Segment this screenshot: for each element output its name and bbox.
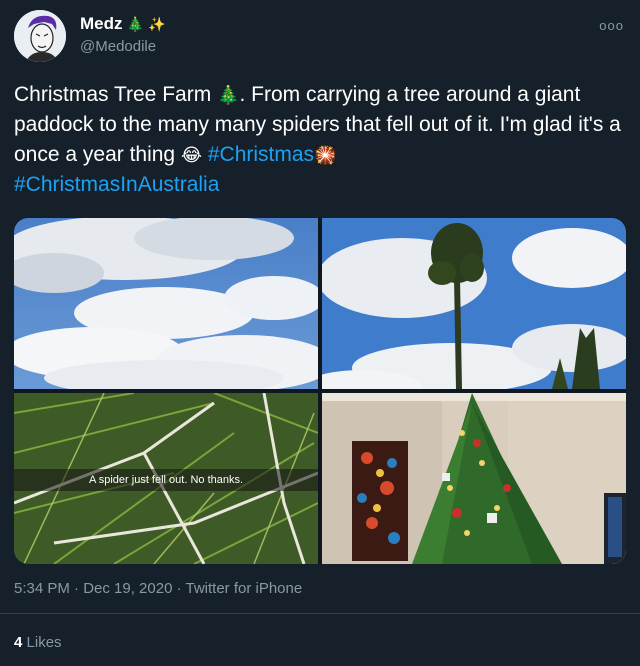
likes-summary[interactable]: 4 Likes (14, 634, 62, 651)
display-name[interactable]: Medz (80, 14, 123, 34)
laugh-emoji: 😂 (180, 145, 202, 165)
media-grid: A spider just fell out. No thanks. (14, 218, 626, 564)
video-caption: A spider just fell out. No thanks. (14, 469, 318, 491)
hashtag-christmas[interactable]: #Christmas (208, 143, 314, 166)
sparkle-emoji: ✨ (147, 15, 166, 32)
tweet-text: Christmas Tree Farm 🎄. From carrying a t… (14, 80, 626, 200)
tree-emoji-inline: 🎄 (217, 85, 240, 105)
photo-spider-web-needles[interactable]: A spider just fell out. No thanks. (14, 393, 318, 564)
hashtag-christmas-in-australia[interactable]: #ChristmasInAustralia (14, 173, 219, 196)
likes-count: 4 (14, 634, 23, 651)
likes-label: Likes (26, 634, 62, 651)
text-part-1: Christmas Tree Farm (14, 83, 212, 106)
photo-pine-tree-sky[interactable] (322, 218, 626, 389)
tree-emoji: 🎄 (126, 15, 144, 32)
photo-sky-clouds[interactable] (14, 218, 318, 389)
fireworks-emoji: 🎇 (314, 145, 337, 165)
more-options-icon[interactable]: ooo (599, 18, 624, 33)
tweet-header: Medz 🎄 ✨ @Medodile ooo (12, 8, 628, 64)
user-handle[interactable]: @Medodile (80, 38, 156, 55)
name-row: Medz 🎄 ✨ (80, 14, 165, 34)
photo-christmas-tree-indoor[interactable] (322, 393, 626, 564)
avatar[interactable] (14, 10, 66, 62)
divider (0, 613, 640, 614)
tweet-timestamp[interactable]: 5:34 PM · Dec 19, 2020 · Twitter for iPh… (14, 580, 302, 597)
